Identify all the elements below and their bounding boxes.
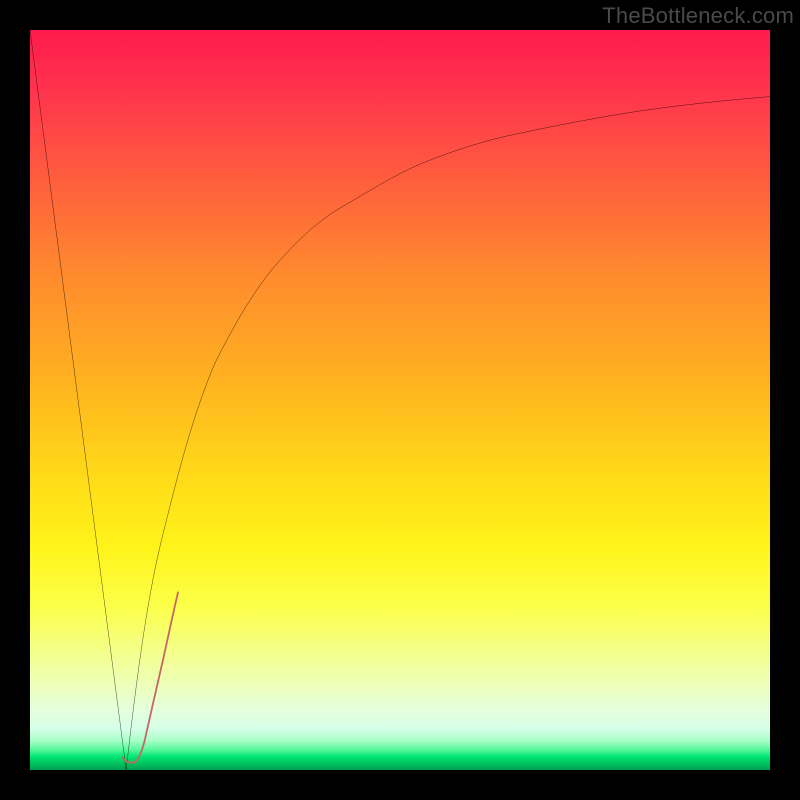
watermark-text: TheBottleneck.com [602,3,794,29]
chart-stage: TheBottleneck.com [0,0,800,800]
left-descent-line [30,30,126,770]
plot-area [30,30,770,770]
indicator-hook [123,592,179,762]
curve-layer [30,30,770,770]
right-log-curve [126,97,770,770]
